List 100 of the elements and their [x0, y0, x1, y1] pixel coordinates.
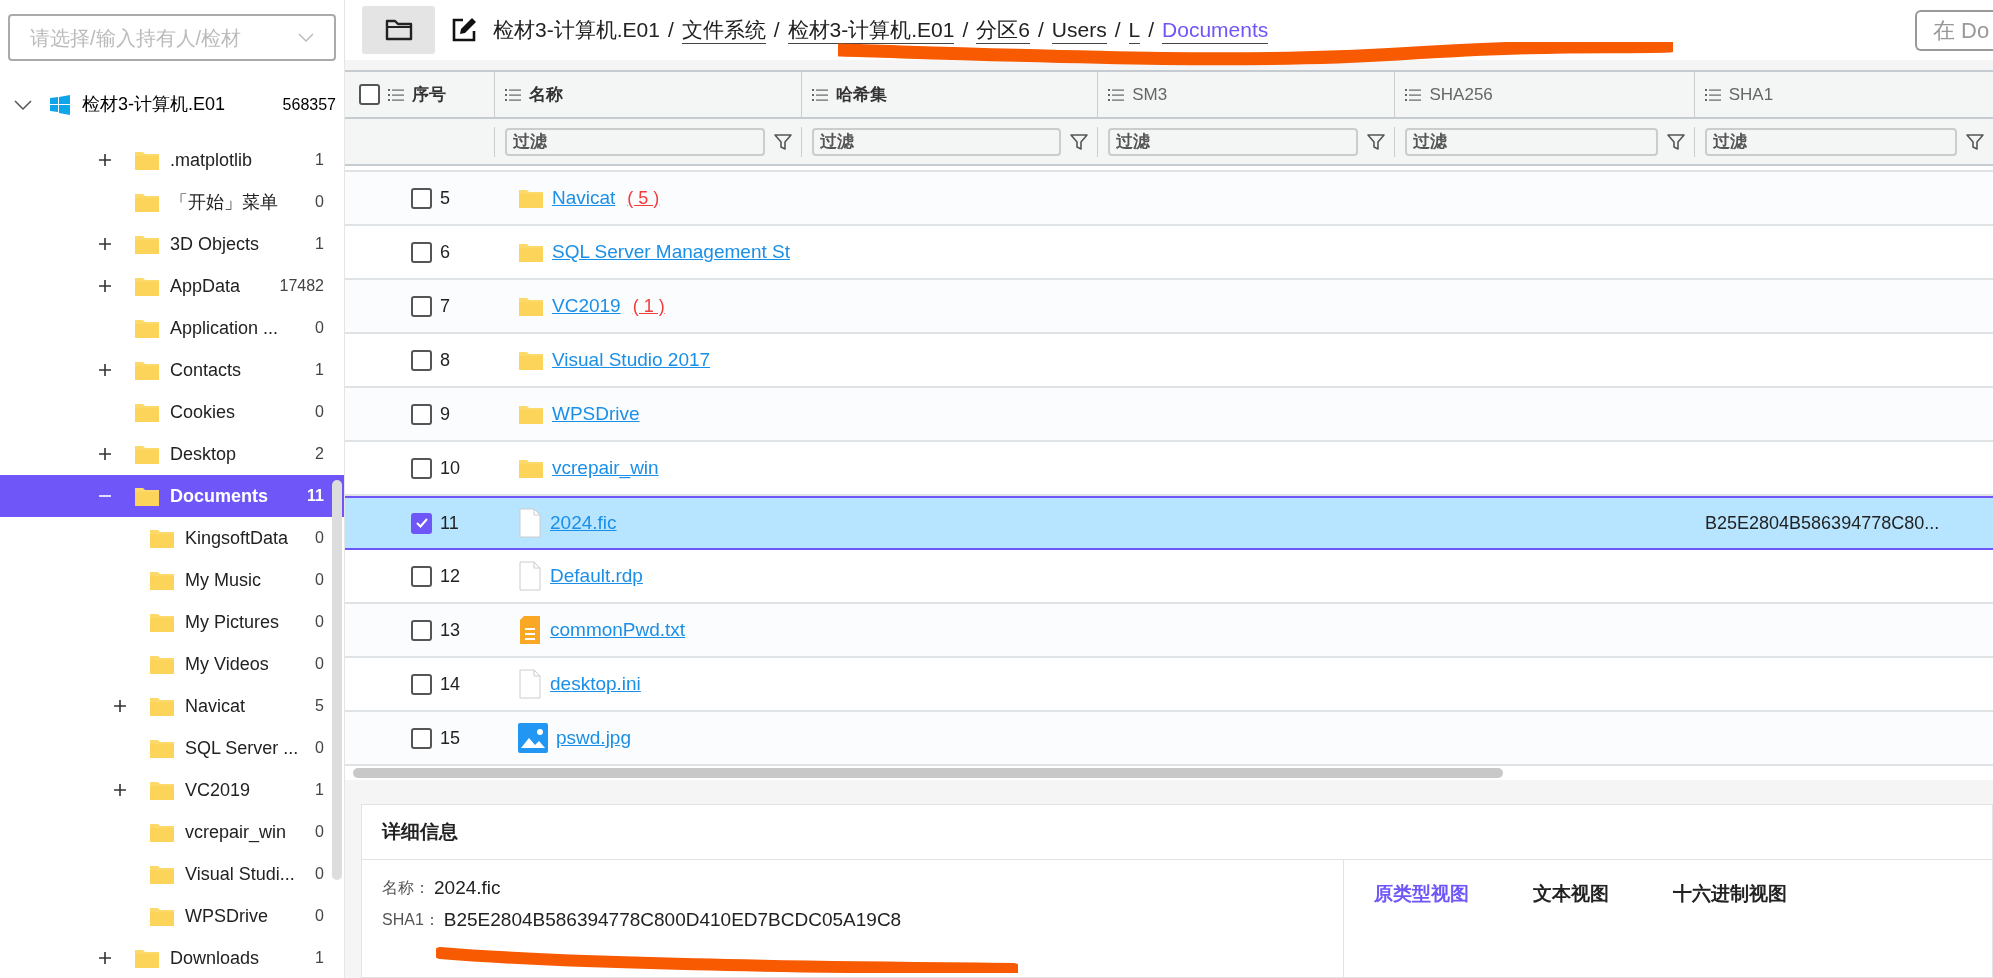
filter-field[interactable]: 过滤 [1108, 127, 1359, 156]
tree-item[interactable]: Cookies 0 [0, 391, 344, 433]
checkbox[interactable] [411, 295, 432, 317]
folder-icon [384, 19, 413, 41]
expand-icon[interactable] [98, 237, 112, 251]
tree-item[interactable]: Downloads 1 [0, 937, 344, 978]
table-row[interactable]: 5 Navicat ( 5 ) [345, 172, 1993, 226]
scrollbar-thumb[interactable] [332, 480, 342, 880]
horizontal-scrollbar-thumb[interactable] [353, 768, 1503, 778]
checkbox[interactable] [411, 619, 432, 641]
expand-icon[interactable] [98, 363, 112, 377]
expand-icon[interactable] [98, 951, 112, 965]
row-number: 5 [440, 186, 450, 210]
tree-item[interactable]: vcrepair_win 0 [0, 811, 344, 853]
tree-item-label: My Music [185, 568, 262, 592]
table-row[interactable]: 11 2024.fic B25E2804B586394778C80... [345, 496, 1993, 550]
filter-field[interactable]: 过滤 [1704, 127, 1957, 156]
edit-icon[interactable] [451, 17, 477, 43]
tree-item[interactable]: 3D Objects 1 [0, 223, 344, 265]
list-icon [811, 87, 828, 102]
breadcrumb-link[interactable]: 文件系统 [681, 16, 766, 44]
file-icon [518, 561, 542, 591]
view-tab[interactable]: 十六进制视图 [1673, 880, 1787, 909]
filter-field[interactable]: 过滤 [504, 127, 765, 156]
checkbox[interactable] [411, 457, 432, 479]
column-header[interactable]: 名称 [528, 81, 563, 108]
view-tab[interactable]: 原类型视图 [1374, 880, 1469, 909]
item-count: 11 [307, 486, 324, 506]
tree-item[interactable]: AppData 17482 [0, 265, 344, 307]
tree-item[interactable]: VC2019 1 [0, 769, 344, 811]
text-file-icon [518, 615, 542, 645]
item-count: 0 [315, 570, 324, 590]
breadcrumb-separator: / [1114, 17, 1121, 44]
filter-field[interactable]: 过滤 [1405, 127, 1658, 156]
checkbox[interactable] [411, 565, 432, 587]
tree-item[interactable]: .matplotlib 1 [0, 139, 344, 181]
column-header[interactable]: SM3 [1132, 81, 1168, 108]
breadcrumb-link[interactable]: 分区6 [976, 16, 1030, 44]
checkbox[interactable] [411, 403, 432, 425]
checkbox[interactable] [411, 727, 432, 749]
expand-icon[interactable] [113, 699, 127, 713]
tree-item[interactable]: My Videos 0 [0, 643, 344, 685]
table-row[interactable]: 7 VC2019 ( 1 ) [345, 280, 1993, 334]
breadcrumb-link[interactable]: 检材3-计算机.E01 [493, 17, 660, 43]
tree-item[interactable]: 「开始」菜单 0 [0, 181, 344, 223]
column-header[interactable]: SHA1 [1728, 81, 1774, 108]
tree-item[interactable]: Contacts 1 [0, 349, 344, 391]
table-row[interactable]: 13 commonPwd.txt [345, 604, 1993, 658]
tree-item-label: SQL Server ... [185, 736, 300, 760]
filter-icon[interactable] [1665, 131, 1686, 152]
row-number: 12 [440, 564, 461, 588]
column-header[interactable]: 哈希集 [835, 81, 887, 108]
item-count: 2 [315, 444, 324, 464]
tree-item[interactable]: SQL Server ... 0 [0, 727, 344, 769]
tree-root[interactable]: 检材3-计算机.E01 568357 [0, 91, 344, 118]
chevron-down-icon[interactable] [14, 98, 32, 111]
checkbox[interactable] [411, 349, 432, 371]
filter-field[interactable]: 过滤 [811, 127, 1062, 156]
filter-icon[interactable] [772, 131, 793, 152]
expand-icon[interactable] [98, 279, 112, 293]
folder-button[interactable] [362, 6, 435, 54]
checkbox[interactable] [411, 241, 432, 263]
filter-icon[interactable] [1366, 131, 1387, 152]
tree-item[interactable]: Documents 11 [0, 475, 344, 517]
column-header[interactable]: 序号 [412, 81, 446, 108]
breadcrumb-link[interactable]: Users [1051, 16, 1107, 44]
tree-item[interactable]: Desktop 2 [0, 433, 344, 475]
expand-icon[interactable] [98, 447, 112, 461]
checkbox[interactable] [411, 512, 432, 534]
row-number: 8 [440, 348, 450, 372]
breadcrumb-separator: / [1148, 17, 1155, 44]
checkbox[interactable] [411, 187, 432, 209]
row-number: 10 [440, 456, 461, 480]
table-row[interactable]: 9 WPSDrive [345, 388, 1993, 442]
breadcrumb-link[interactable]: Documents [1162, 16, 1269, 44]
tree-item-label: 3D Objects [170, 232, 261, 256]
filter-icon[interactable] [1069, 131, 1090, 152]
item-count: 0 [315, 864, 324, 884]
tree-item[interactable]: Visual Studi... 0 [0, 853, 344, 895]
checkbox[interactable] [411, 673, 432, 695]
tree-item[interactable]: Navicat 5 [0, 685, 344, 727]
tree-item-label: .matplotlib [170, 148, 254, 172]
tree-item[interactable]: Application ... 0 [0, 307, 344, 349]
tree-item[interactable]: My Pictures 0 [0, 601, 344, 643]
breadcrumb-link[interactable]: 检材3-计算机.E01 [787, 16, 955, 44]
row-number: 6 [440, 240, 450, 264]
table-row[interactable]: 15 pswd.jpg [345, 712, 1993, 766]
view-tab[interactable]: 文本视图 [1533, 880, 1609, 909]
expand-icon[interactable] [113, 783, 127, 797]
filter-icon[interactable] [1965, 131, 1985, 152]
tree-item[interactable]: WPSDrive 0 [0, 895, 344, 937]
breadcrumb-link[interactable]: L [1128, 16, 1141, 44]
tree-item-label: Contacts [170, 358, 243, 382]
column-header[interactable]: SHA256 [1429, 81, 1493, 108]
folder-icon [518, 349, 544, 371]
expand-icon[interactable] [98, 153, 112, 167]
tree-item[interactable]: KingsoftData 0 [0, 517, 344, 559]
tree-item[interactable]: My Music 0 [0, 559, 344, 601]
file-name-link[interactable]: SQL Server Management St [552, 237, 790, 267]
checkbox[interactable] [359, 84, 380, 105]
